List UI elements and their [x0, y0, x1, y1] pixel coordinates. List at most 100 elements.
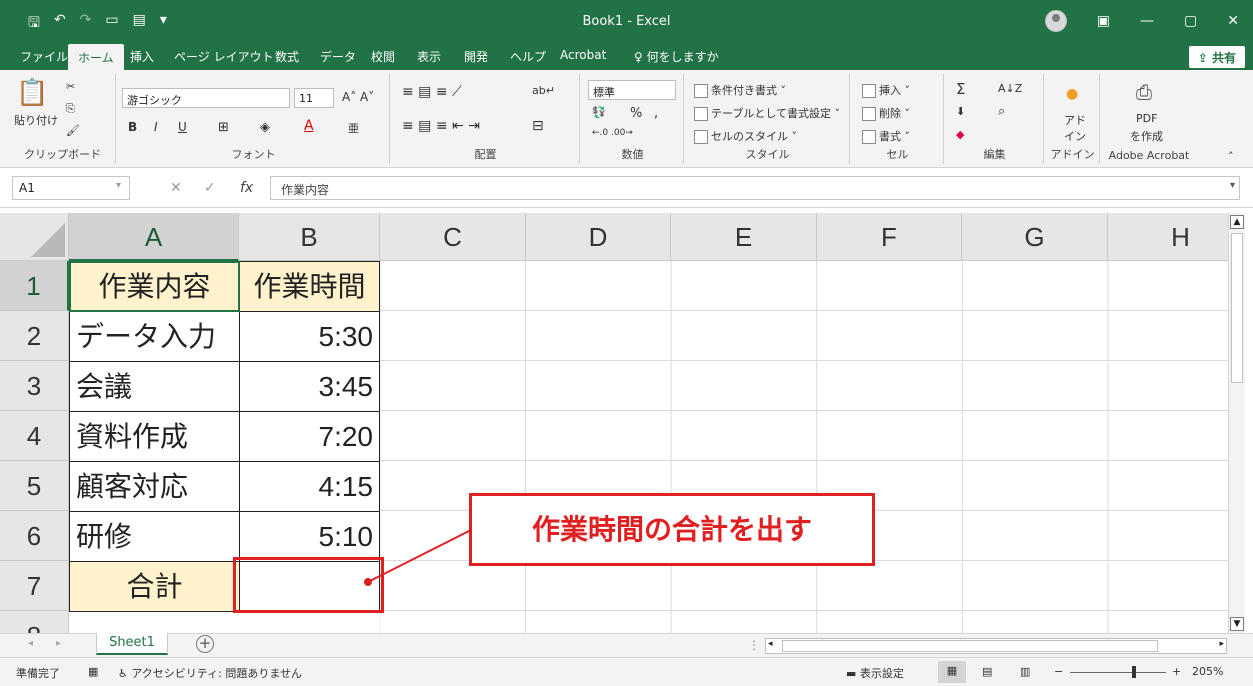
- worksheet-grid[interactable]: A B C D E F G H 1 2 3 4 5 6 7 8 作業内容 作業時…: [0, 213, 1228, 633]
- fill-color-icon[interactable]: ◈: [260, 120, 270, 135]
- conditional-format-button[interactable]: 条件付き書式 ˅: [694, 82, 786, 98]
- cell-a3[interactable]: 会議: [69, 361, 240, 412]
- wrap-text-icon[interactable]: ab↵: [532, 84, 555, 97]
- next-sheet-icon[interactable]: ▸: [56, 638, 61, 649]
- name-box-dropdown-icon[interactable]: ▾: [116, 180, 121, 191]
- row-header-3[interactable]: 3: [0, 361, 69, 411]
- tab-formulas[interactable]: 数式: [275, 48, 299, 65]
- page-break-view-icon[interactable]: ▥: [1020, 665, 1030, 678]
- cell-a4[interactable]: 資料作成: [69, 411, 240, 462]
- macro-record-icon[interactable]: ▦: [88, 665, 98, 678]
- row-header-7[interactable]: 7: [0, 561, 69, 611]
- add-sheet-button[interactable]: +: [196, 635, 214, 653]
- format-cells-button[interactable]: 書式 ˅: [862, 128, 910, 144]
- horizontal-scrollbar[interactable]: ◂ ▸: [765, 638, 1227, 654]
- column-header-c[interactable]: C: [380, 213, 526, 261]
- tab-developer[interactable]: 開発: [464, 48, 488, 65]
- horizontal-scroll-thumb[interactable]: [782, 640, 1158, 652]
- cell-b1[interactable]: 作業時間: [239, 261, 380, 312]
- zoom-in-icon[interactable]: +: [1172, 665, 1181, 678]
- enter-icon[interactable]: ✓: [204, 180, 216, 196]
- delete-cells-button[interactable]: 削除 ˅: [862, 105, 910, 121]
- underline-button[interactable]: U: [178, 120, 187, 134]
- clear-icon[interactable]: ◆: [956, 128, 964, 141]
- column-header-f[interactable]: F: [817, 213, 962, 261]
- font-name-select[interactable]: 游ゴシック: [122, 88, 290, 108]
- minimize-icon[interactable]: —: [1140, 13, 1154, 29]
- sort-filter-icon[interactable]: A↓Z: [998, 82, 1022, 95]
- cancel-icon[interactable]: ✕: [170, 180, 182, 196]
- tab-insert[interactable]: 挿入: [130, 48, 154, 65]
- bold-button[interactable]: B: [128, 120, 137, 134]
- addins-button-line1[interactable]: アド: [1064, 112, 1086, 128]
- cell-a5[interactable]: 顧客対応: [69, 461, 240, 512]
- pdf-icon[interactable]: ⎙: [1136, 80, 1152, 104]
- row-header-6[interactable]: 6: [0, 511, 69, 561]
- number-format-select[interactable]: 標準: [588, 80, 676, 100]
- row-header-5[interactable]: 5: [0, 461, 69, 511]
- decimal-icon[interactable]: ←.0 .00→: [592, 128, 633, 138]
- cell-styles-button[interactable]: セルのスタイル ˅: [694, 128, 797, 144]
- column-header-h[interactable]: H: [1108, 213, 1228, 261]
- row-header-4[interactable]: 4: [0, 411, 69, 461]
- page-layout-view-icon[interactable]: ▤: [982, 665, 992, 678]
- find-icon[interactable]: ⌕: [998, 104, 1005, 119]
- align-top-icon[interactable]: ≡ ▤ ≡ ⟋: [402, 84, 462, 100]
- cut-icon[interactable]: ✂: [66, 80, 75, 93]
- expand-formula-icon[interactable]: ▾: [1230, 180, 1235, 191]
- format-as-table-button[interactable]: テーブルとして書式設定 ˅: [694, 105, 840, 121]
- cell-b5[interactable]: 4:15: [239, 461, 380, 512]
- zoom-slider[interactable]: [1070, 672, 1166, 673]
- copy-icon[interactable]: ⎘: [66, 102, 75, 116]
- column-header-b[interactable]: B: [239, 213, 380, 261]
- create-pdf-line2[interactable]: を作成: [1130, 128, 1163, 144]
- zoom-slider-thumb[interactable]: [1132, 666, 1136, 678]
- format-painter-icon[interactable]: 🖌: [66, 124, 80, 137]
- font-size-select[interactable]: 11: [294, 88, 334, 108]
- accessibility-status[interactable]: ♿ アクセシビリティ: 問題ありません: [118, 665, 302, 681]
- align-left-icon[interactable]: ≡ ▤ ≡ ⇤ ⇥: [402, 118, 480, 134]
- zoom-level[interactable]: 205%: [1192, 665, 1223, 678]
- merge-center-icon[interactable]: ⊟: [532, 118, 544, 134]
- close-icon[interactable]: ✕: [1227, 13, 1239, 29]
- maximize-icon[interactable]: ▢: [1184, 13, 1197, 29]
- font-color-icon[interactable]: A: [304, 118, 314, 134]
- insert-cells-button[interactable]: 挿入 ˅: [862, 82, 910, 98]
- paste-icon[interactable]: 📋: [16, 78, 48, 108]
- scroll-right-icon[interactable]: ▸: [1219, 639, 1224, 649]
- column-header-e[interactable]: E: [671, 213, 817, 261]
- percent-button[interactable]: %: [630, 106, 642, 121]
- normal-view-icon[interactable]: ▦: [938, 661, 966, 683]
- cell-b3[interactable]: 3:45: [239, 361, 380, 412]
- scroll-left-icon[interactable]: ◂: [768, 639, 773, 649]
- tell-me-search[interactable]: ♀ 何をしますか: [634, 48, 719, 65]
- tab-file[interactable]: ファイル: [20, 48, 68, 65]
- column-header-d[interactable]: D: [526, 213, 671, 261]
- sheet-tab-sheet1[interactable]: Sheet1: [96, 633, 168, 655]
- tab-data[interactable]: データ: [320, 48, 356, 65]
- grow-font-icon[interactable]: A˄ A˅: [342, 90, 374, 104]
- vertical-scroll-thumb[interactable]: [1231, 233, 1243, 383]
- cell-a1[interactable]: 作業内容: [69, 261, 240, 312]
- formula-input[interactable]: 作業内容: [270, 176, 1240, 200]
- tab-view[interactable]: 表示: [417, 48, 441, 65]
- name-box[interactable]: A1: [12, 176, 130, 200]
- addins-button-line2[interactable]: イン: [1064, 128, 1086, 144]
- phonetic-icon[interactable]: 亜: [348, 120, 359, 136]
- select-all-button[interactable]: [0, 213, 69, 261]
- scroll-up-icon[interactable]: ▲: [1230, 215, 1244, 229]
- cell-b2[interactable]: 5:30: [239, 311, 380, 362]
- italic-button[interactable]: I: [154, 120, 158, 134]
- empty-cells-area[interactable]: [380, 261, 1228, 633]
- row-header-8[interactable]: 8: [0, 611, 69, 633]
- display-settings-button[interactable]: ▬ 表示設定: [846, 665, 904, 681]
- create-pdf-line1[interactable]: PDF: [1136, 112, 1157, 125]
- row-header-1[interactable]: 1: [0, 261, 69, 311]
- comma-icon[interactable]: ,: [654, 106, 658, 121]
- cell-a7[interactable]: 合計: [69, 561, 240, 612]
- fill-icon[interactable]: ⬇: [956, 105, 965, 118]
- zoom-out-icon[interactable]: −: [1054, 665, 1063, 678]
- paste-label[interactable]: 貼り付け: [14, 112, 58, 128]
- share-button[interactable]: ⇪ 共有: [1188, 46, 1245, 68]
- scroll-down-icon[interactable]: ▼: [1230, 617, 1244, 631]
